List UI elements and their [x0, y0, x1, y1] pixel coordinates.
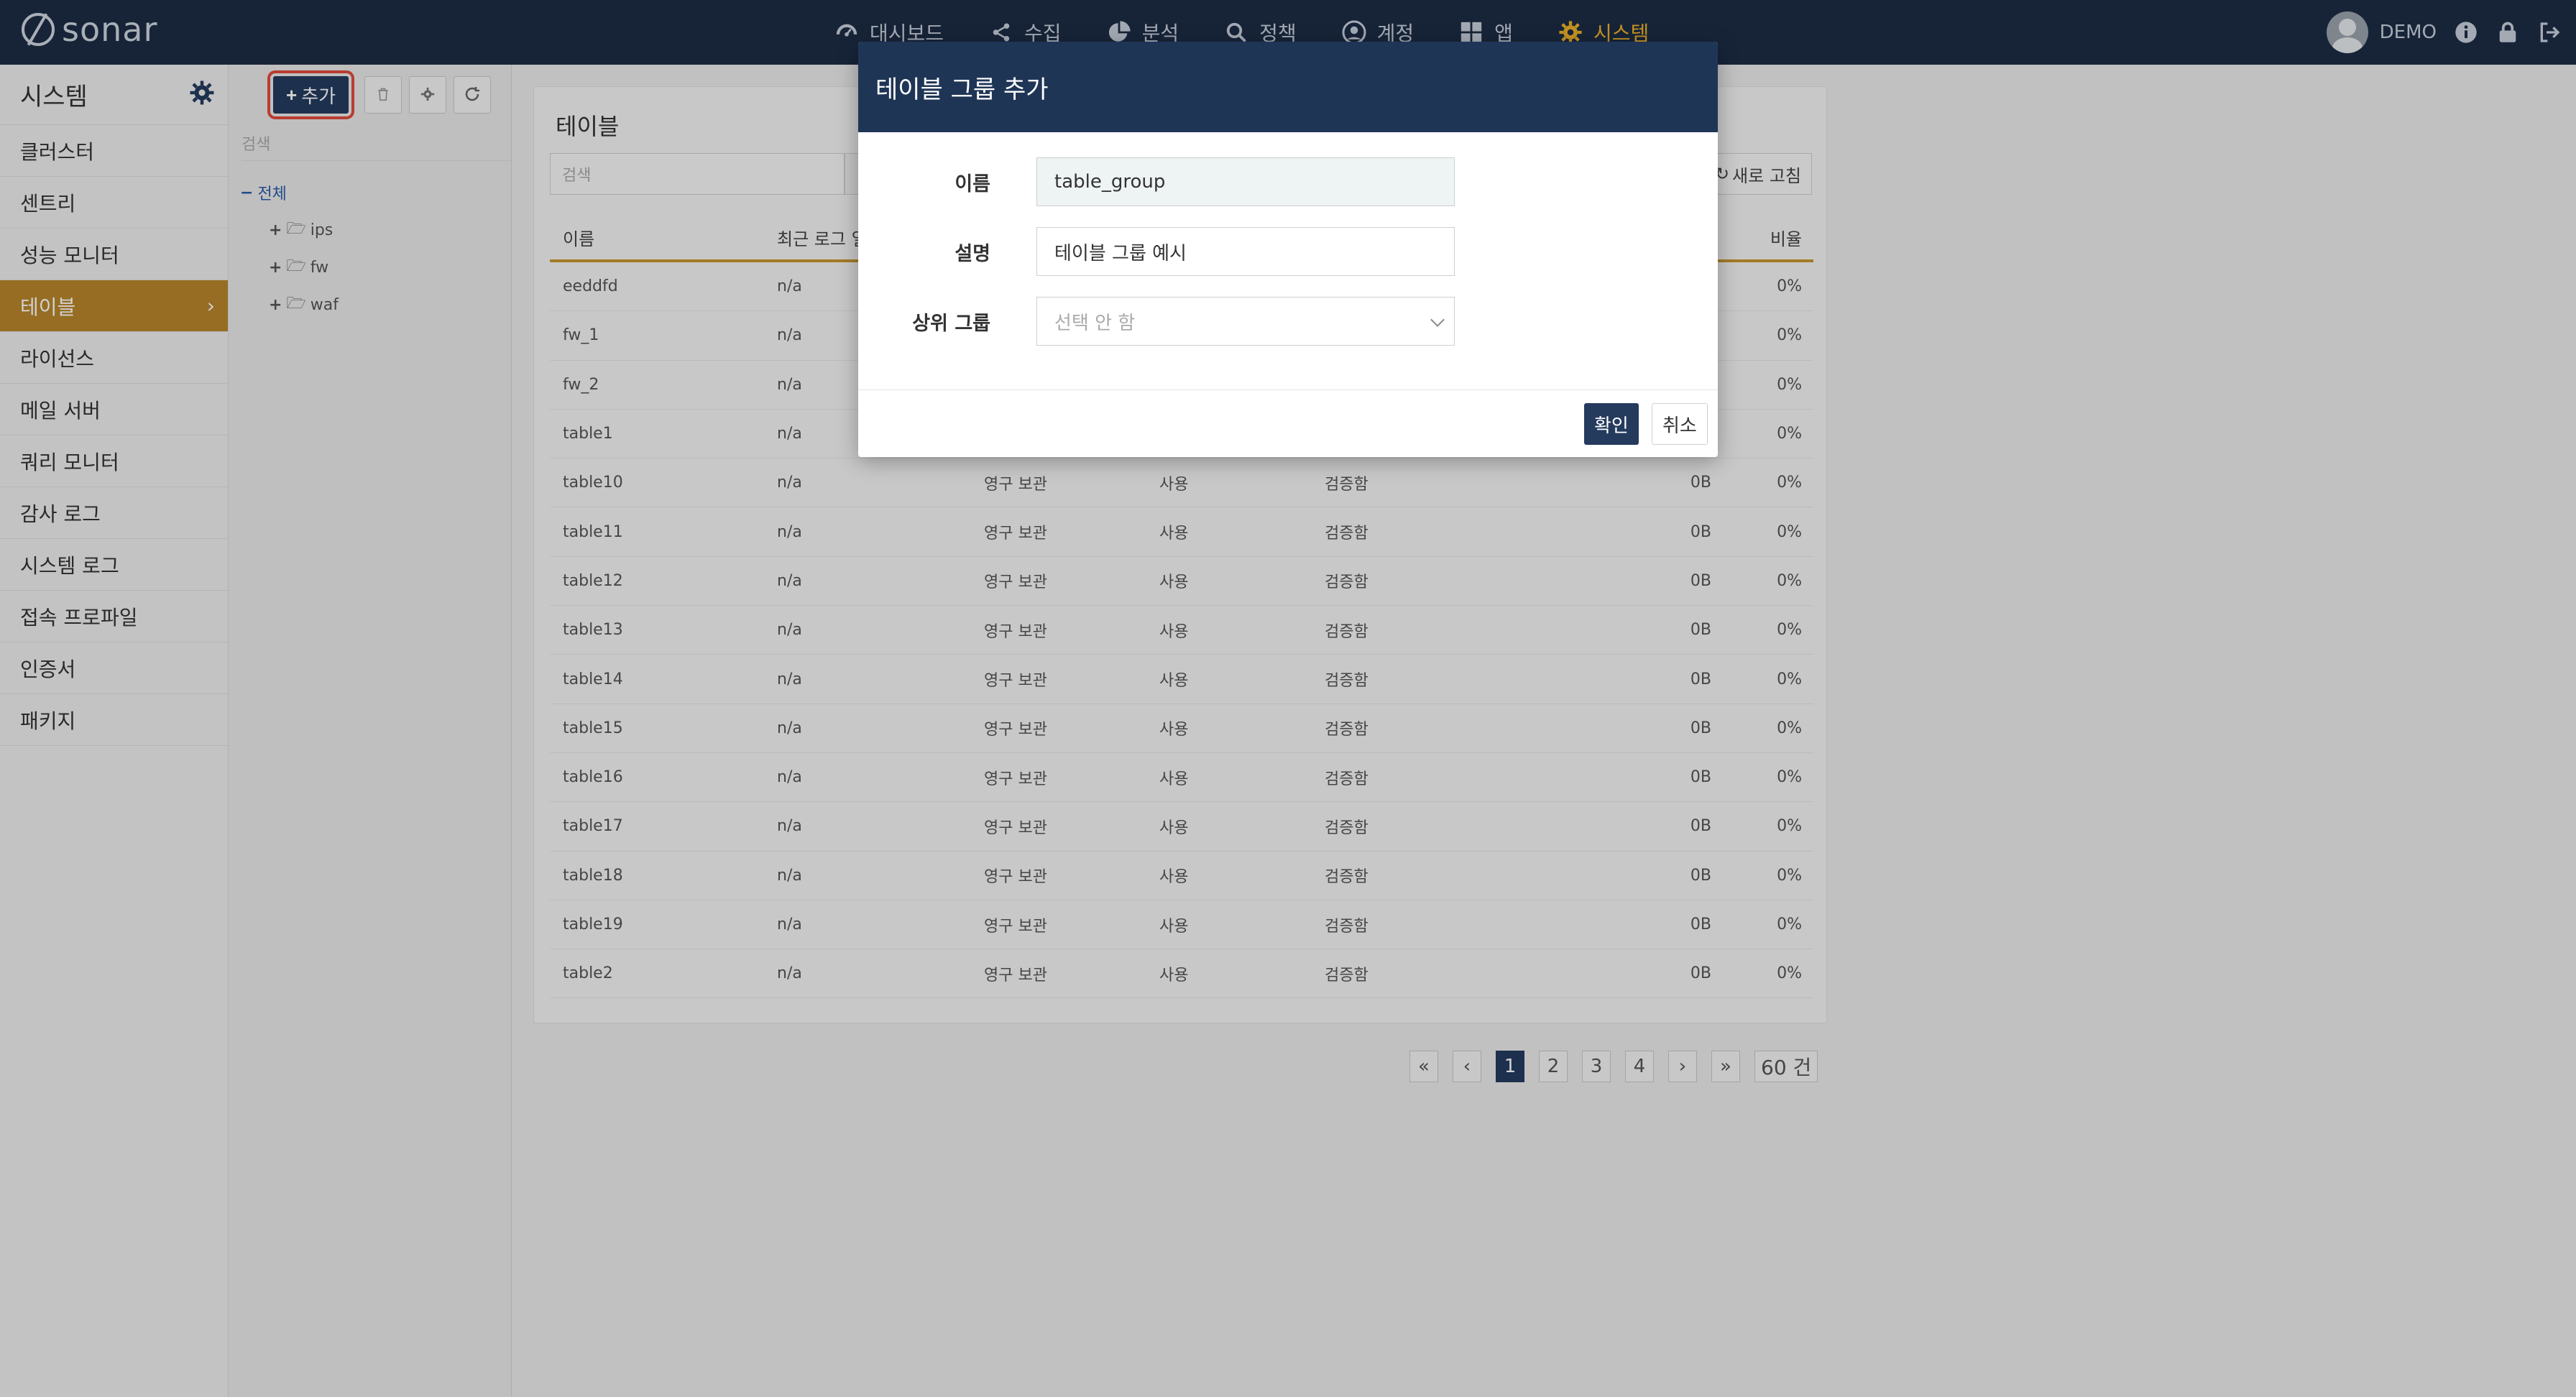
description-row: 설명 테이블 그룹 예시 [858, 226, 1718, 277]
confirm-button[interactable]: 확인 [1584, 403, 1639, 445]
description-label: 설명 [954, 242, 990, 265]
dialog-footer: 확인 취소 [858, 389, 1718, 457]
description-field[interactable]: 테이블 그룹 예시 [1036, 227, 1455, 276]
name-field[interactable]: table_group [1036, 157, 1455, 206]
parent-group-value: 선택 안 함 [1054, 312, 1136, 334]
add-table-group-dialog: 테이블 그룹 추가 이름 table_group 설명 테이블 그룹 예시 상위… [858, 42, 1718, 457]
dialog-title: 테이블 그룹 추가 [858, 42, 1718, 132]
parent-group-label: 상위 그룹 [912, 312, 990, 335]
cancel-button[interactable]: 취소 [1652, 403, 1708, 445]
name-row: 이름 table_group [858, 157, 1718, 207]
parent-group-select[interactable]: 선택 안 함 [1036, 297, 1455, 346]
name-label: 이름 [954, 172, 990, 195]
chevron-down-icon [1430, 313, 1445, 327]
parent-group-row: 상위 그룹 선택 안 함 [858, 296, 1718, 346]
